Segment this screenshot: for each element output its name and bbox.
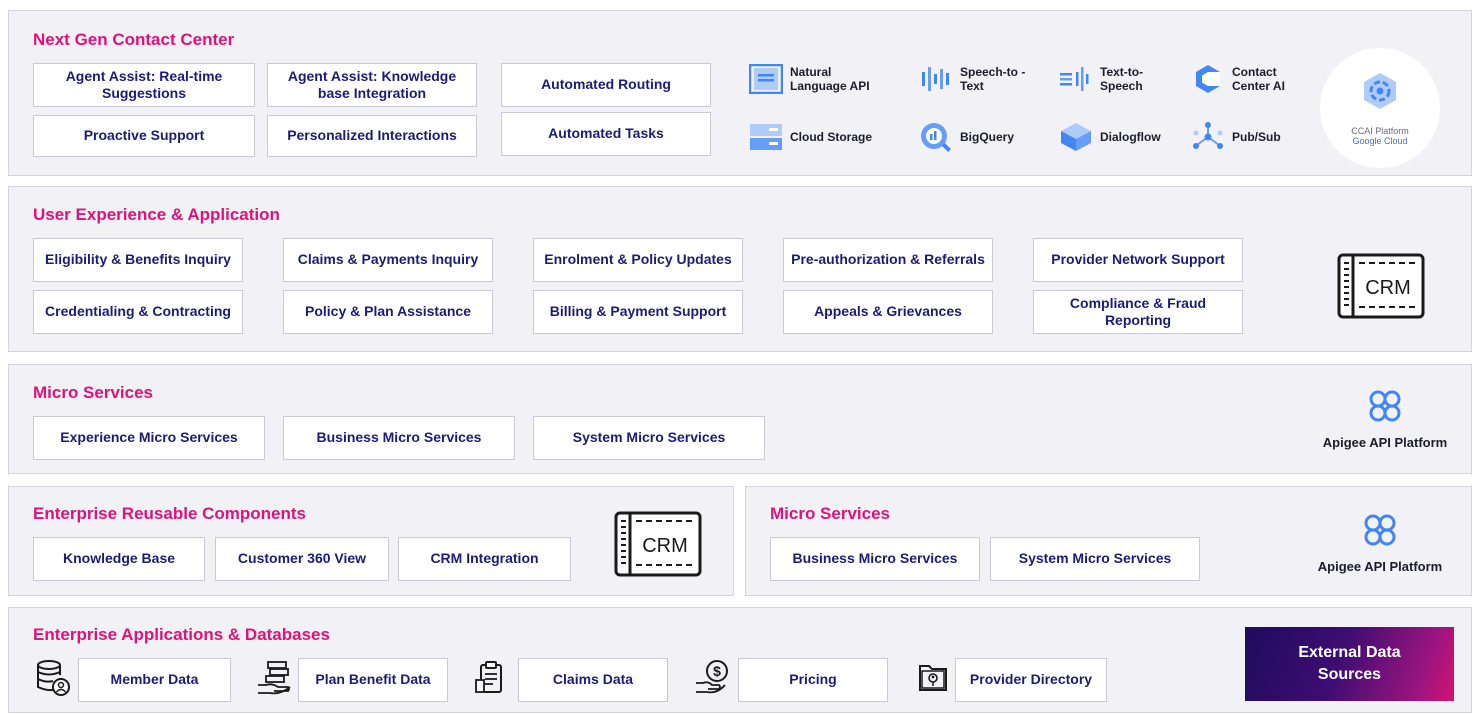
crm-icon-reusable: CRM xyxy=(614,511,702,582)
svg-text:$: $ xyxy=(713,663,721,679)
speech-to-text-icon xyxy=(918,62,954,96)
feature-automated-routing: Automated Routing xyxy=(501,63,711,107)
knowledge-base: Knowledge Base xyxy=(33,537,205,581)
product-contact-center-ai-label: Contact Center AI xyxy=(1232,64,1285,93)
crm-icon: CRM xyxy=(1337,253,1425,324)
feature-compliance-fraud: Compliance & Fraud Reporting xyxy=(1033,290,1243,334)
ccai-logo-icon xyxy=(1360,71,1400,116)
feature-proactive-support: Proactive Support xyxy=(33,115,255,157)
product-natural-language: Natural Language API xyxy=(748,62,898,96)
provider-directory-icon xyxy=(913,658,953,698)
apigee-label-bottom: Apigee API Platform xyxy=(1317,559,1443,574)
product-pubsub: Pub/Sub xyxy=(1190,120,1320,154)
reusable-components-title: Enterprise Reusable Components xyxy=(33,504,307,523)
apigee-platform-bottom: Apigee API Platform xyxy=(1295,512,1465,574)
customer-360-view: Customer 360 View xyxy=(215,537,389,581)
crm-label: CRM xyxy=(1365,277,1411,299)
feature-agent-assist-realtime: Agent Assist: Real-time Suggestions xyxy=(33,63,255,107)
bigquery-icon xyxy=(918,120,954,154)
product-dialogflow-label: Dialogflow xyxy=(1100,129,1161,144)
natural-language-icon xyxy=(748,62,784,96)
feature-agent-assist-knowledge: Agent Assist: Knowledge base Integration xyxy=(267,63,477,107)
product-bigquery: BigQuery xyxy=(918,120,1048,154)
product-cloud-storage: Cloud Storage xyxy=(748,120,898,154)
member-database-icon xyxy=(33,658,73,698)
dialogflow-icon xyxy=(1058,120,1094,154)
feature-appeals-grievances: Appeals & Grievances xyxy=(783,290,993,334)
product-text-to-speech-label: Text-to-Speech xyxy=(1100,64,1144,93)
apigee-icon xyxy=(1367,388,1403,427)
product-text-to-speech: Text-to-Speech xyxy=(1058,62,1188,96)
contact-center-ai-icon xyxy=(1190,62,1226,96)
product-natural-language-label: Natural Language API xyxy=(790,64,870,93)
feature-personalized-interactions: Personalized Interactions xyxy=(267,115,477,157)
contact-center-title: Next Gen Contact Center xyxy=(33,30,235,49)
apigee-platform-top: Apigee API Platform xyxy=(1300,388,1470,450)
pubsub-icon xyxy=(1190,120,1226,154)
feature-preauthorization: Pre-authorization & Referrals xyxy=(783,238,993,282)
system-micro-services-top: System Micro Services xyxy=(533,416,765,460)
ccai-platform-label: CCAI Platform xyxy=(1351,125,1409,136)
text-to-speech-icon xyxy=(1058,62,1094,96)
experience-micro-services: Experience Micro Services xyxy=(33,416,265,460)
business-micro-services-top: Business Micro Services xyxy=(283,416,515,460)
claims-data: Claims Data xyxy=(518,658,668,702)
feature-billing-payment: Billing & Payment Support xyxy=(533,290,743,334)
enterprise-apps-title: Enterprise Applications & Databases xyxy=(33,625,330,644)
claims-clipboard-icon xyxy=(470,658,510,698)
product-dialogflow: Dialogflow xyxy=(1058,120,1188,154)
product-contact-center-ai: Contact Center AI xyxy=(1190,62,1320,96)
product-cloud-storage-label: Cloud Storage xyxy=(790,129,873,144)
feature-provider-network: Provider Network Support xyxy=(1033,238,1243,282)
feature-credentialing: Credentialing & Contracting xyxy=(33,290,243,334)
money-hand-icon xyxy=(255,658,295,698)
apigee-label-top: Apigee API Platform xyxy=(1322,435,1448,450)
micro-services-title-top: Micro Services xyxy=(33,383,154,402)
pricing-dollar-icon: $ xyxy=(692,658,732,698)
product-speech-to-text-label: Speech-to -Text xyxy=(960,64,1026,93)
feature-policy-plan: Policy & Plan Assistance xyxy=(283,290,493,334)
feature-automated-tasks: Automated Tasks xyxy=(501,112,711,156)
member-data: Member Data xyxy=(78,658,231,702)
product-pubsub-label: Pub/Sub xyxy=(1232,129,1281,144)
apigee-icon-bottom xyxy=(1362,512,1398,551)
user-experience-title: User Experience & Application xyxy=(33,205,280,224)
external-data-sources-label: External Data Sources xyxy=(1298,643,1401,683)
google-cloud-label: Google Cloud xyxy=(1352,135,1408,146)
ccai-platform-badge: CCAI Platform Google Cloud xyxy=(1320,48,1440,168)
crm-label-reusable: CRM xyxy=(642,535,688,557)
micro-services-title-bottom: Micro Services xyxy=(770,504,891,523)
product-speech-to-text: Speech-to -Text xyxy=(918,62,1048,96)
external-data-sources: External Data Sources xyxy=(1245,627,1454,701)
system-micro-services-bottom: System Micro Services xyxy=(990,537,1200,581)
feature-enrolment-policy: Enrolment & Policy Updates xyxy=(533,238,743,282)
feature-eligibility-benefits: Eligibility & Benefits Inquiry xyxy=(33,238,243,282)
business-micro-services-bottom: Business Micro Services xyxy=(770,537,980,581)
cloud-storage-icon xyxy=(748,120,784,154)
product-bigquery-label: BigQuery xyxy=(960,129,1015,144)
provider-directory: Provider Directory xyxy=(955,658,1107,702)
feature-claims-payments: Claims & Payments Inquiry xyxy=(283,238,493,282)
pricing: Pricing xyxy=(738,658,888,702)
crm-integration: CRM Integration xyxy=(398,537,571,581)
plan-benefit-data: Plan Benefit Data xyxy=(298,658,448,702)
